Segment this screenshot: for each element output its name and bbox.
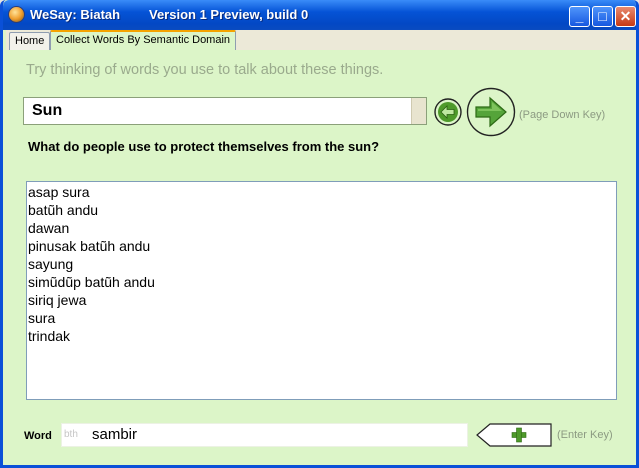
word-list-item[interactable]: asap sura [28, 183, 616, 201]
title-bar[interactable]: WeSay: Biatah Version 1 Preview, build 0… [3, 0, 636, 30]
next-domain-button[interactable] [466, 87, 516, 137]
domain-question: What do people use to protect themselves… [28, 139, 380, 154]
instruction-prompt: Try thinking of words you use to talk ab… [26, 62, 384, 78]
domain-scrollbar[interactable] [411, 98, 426, 124]
word-list-item[interactable]: trindak [28, 327, 616, 345]
enter-key-hint: (Enter Key) [557, 429, 613, 441]
word-list-item[interactable]: pinusak batũh andu [28, 237, 616, 255]
writing-system-label: bth [64, 429, 78, 440]
word-list-item[interactable]: dawan [28, 219, 616, 237]
maximize-button[interactable]: □ [592, 6, 613, 27]
domain-selector[interactable]: Sun [23, 97, 427, 125]
close-button[interactable]: ✕ [615, 6, 636, 27]
add-word-button[interactable] [476, 423, 552, 447]
collect-words-panel: Try thinking of words you use to talk ab… [6, 50, 636, 465]
word-input[interactable]: bth sambir [61, 423, 468, 447]
domain-name: Sun [32, 102, 63, 119]
previous-domain-button[interactable] [434, 98, 462, 126]
app-icon [9, 7, 24, 22]
word-list-item[interactable]: simũdũp batũh andu [28, 273, 616, 291]
minimize-button[interactable]: _ [569, 6, 590, 27]
tab-strip: Home Collect Words By Semantic Domain [6, 30, 636, 50]
word-input-value[interactable]: sambir [92, 426, 137, 443]
word-list-item[interactable]: siriq jewa [28, 291, 616, 309]
page-down-hint: (Page Down Key) [519, 109, 606, 121]
word-list-item[interactable]: sura [28, 309, 616, 327]
word-list-item[interactable]: batũh andu [28, 201, 616, 219]
app-window: WeSay: Biatah Version 1 Preview, build 0… [0, 0, 639, 468]
tab-collect-words[interactable]: Collect Words By Semantic Domain [50, 30, 237, 50]
version-label: Version 1 Preview, build 0 [149, 7, 309, 22]
window-title: WeSay: Biatah [30, 7, 121, 22]
tab-home[interactable]: Home [9, 32, 51, 50]
word-list[interactable]: asap sura batũh andu dawan pinusak batũh… [26, 181, 617, 400]
word-label: Word [24, 430, 52, 442]
word-list-item[interactable]: sayung [28, 255, 616, 273]
